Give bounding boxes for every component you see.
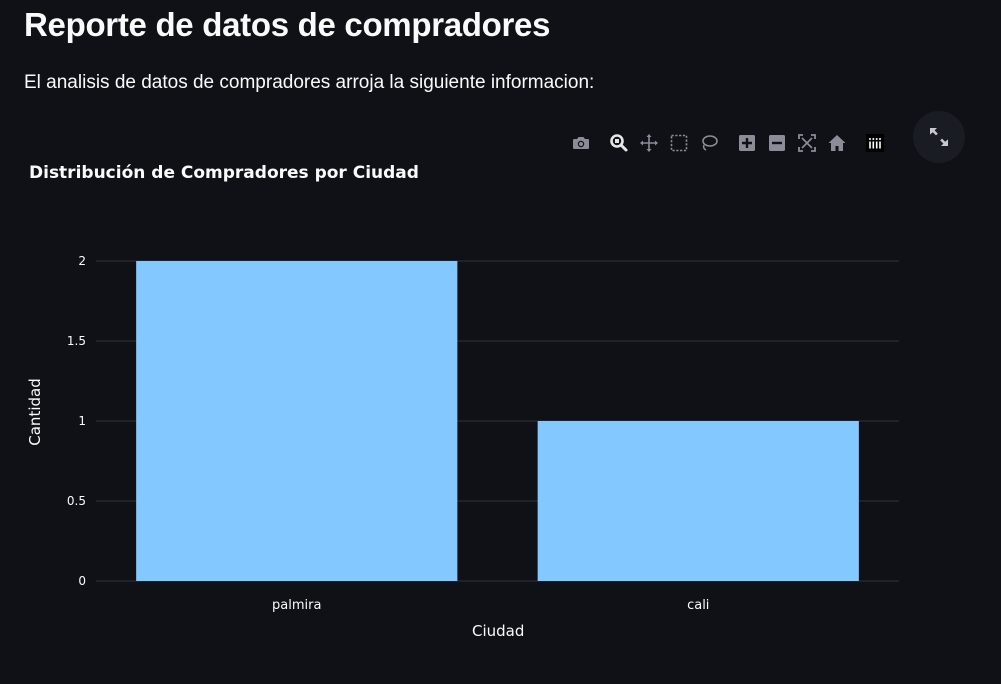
y-tick-label: 2 bbox=[78, 254, 86, 268]
x-tick-label: cali bbox=[687, 598, 709, 613]
x-axis-title: Ciudad bbox=[472, 622, 525, 640]
y-tick-label: 0 bbox=[78, 574, 86, 588]
y-tick-label: 1 bbox=[78, 414, 86, 428]
bar-cali bbox=[537, 421, 859, 581]
y-axis-title: Cantidad bbox=[26, 378, 44, 446]
page: Reporte de datos de compradores El anali… bbox=[0, 0, 1001, 684]
bar-chart: 0 0.5 1 1.5 2 palmira cali bbox=[67, 254, 899, 613]
bar-palmira bbox=[136, 261, 458, 581]
y-tick-label: 0.5 bbox=[67, 494, 86, 508]
x-tick-label: palmira bbox=[272, 598, 321, 613]
y-tick-label: 1.5 bbox=[67, 334, 86, 348]
